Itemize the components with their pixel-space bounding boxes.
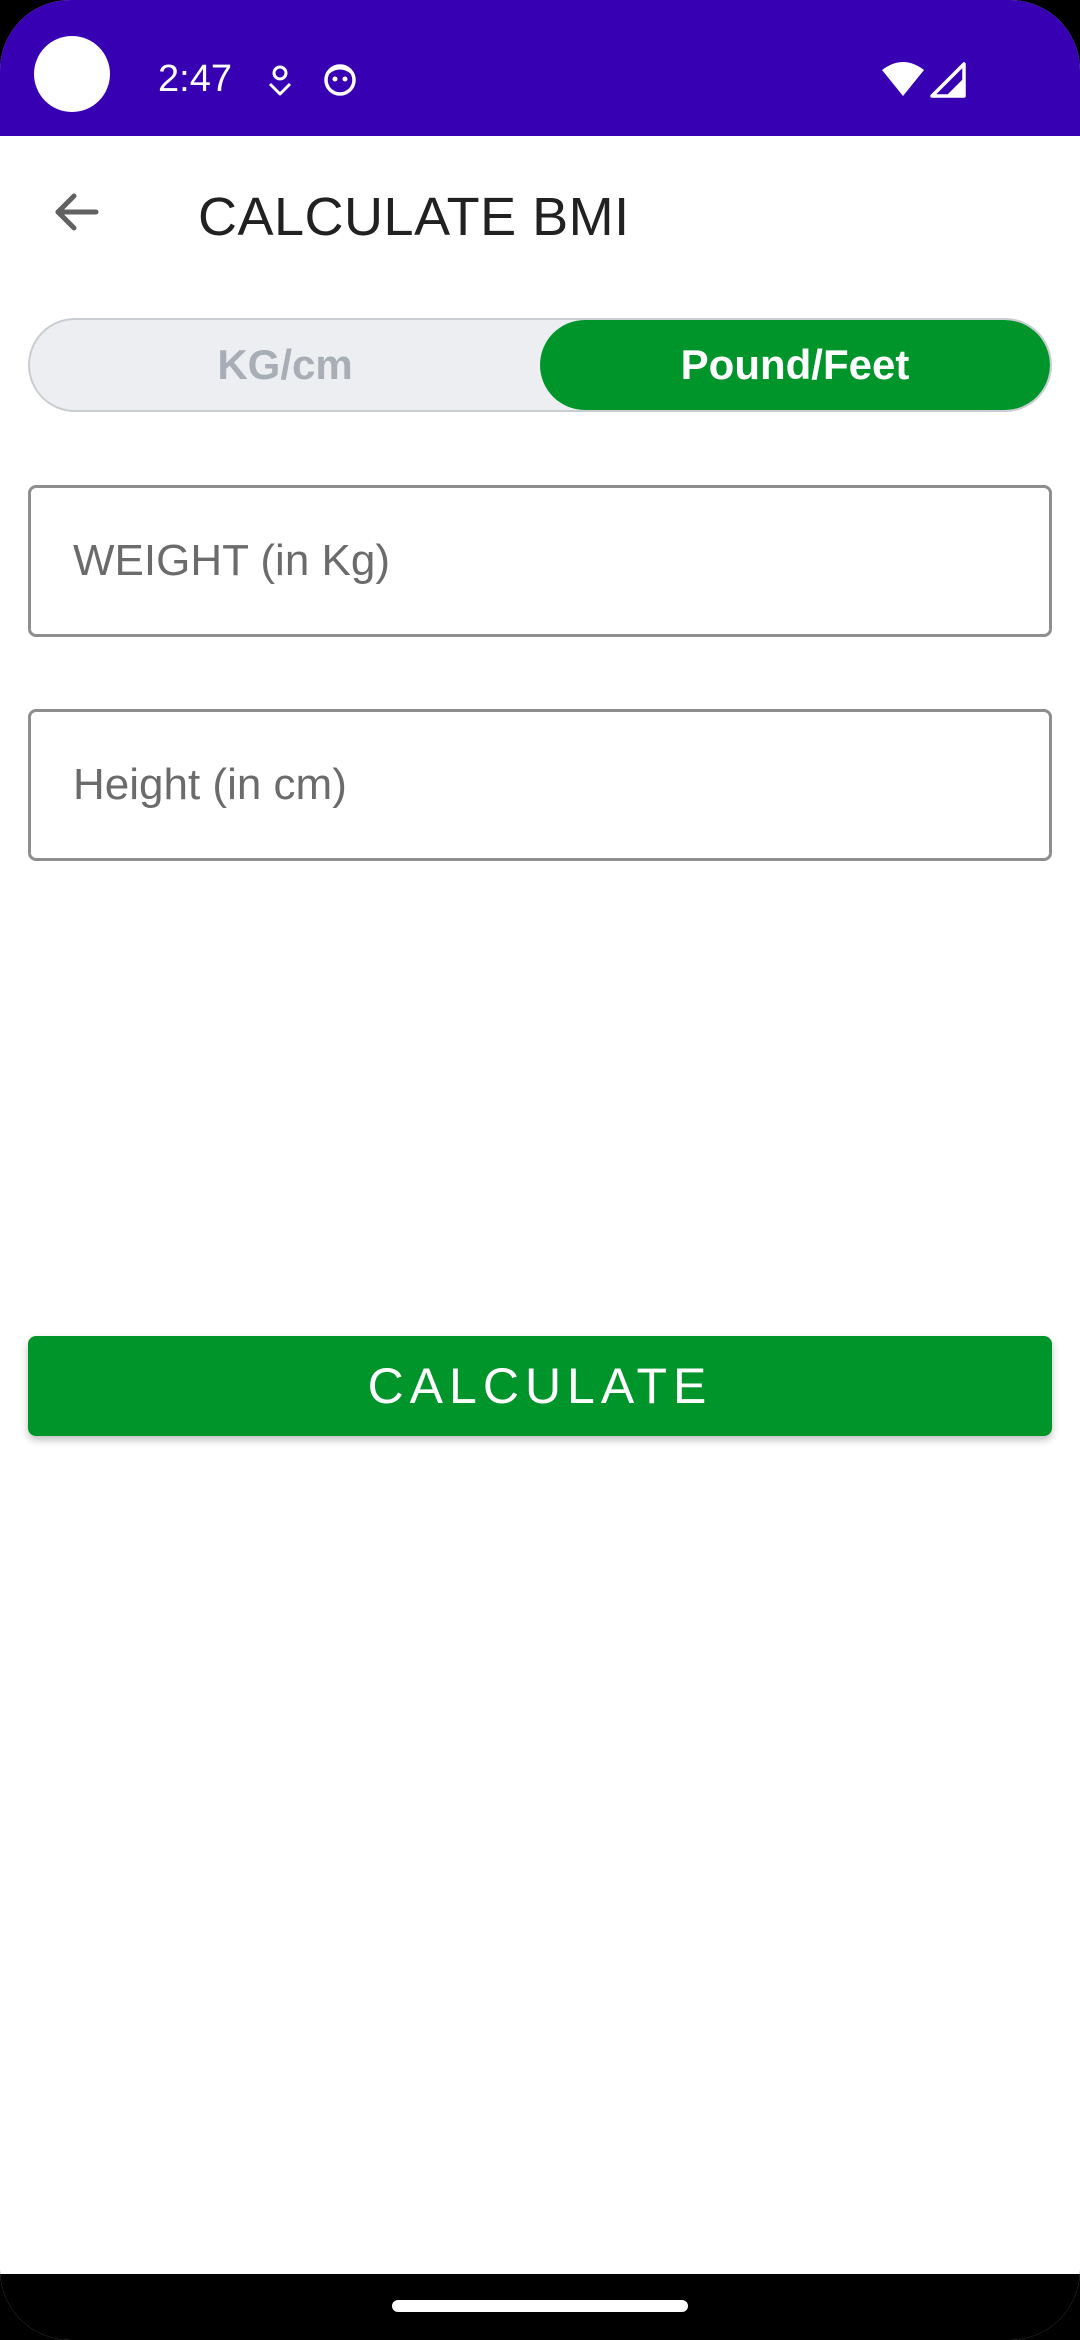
home-gesture-handle[interactable] xyxy=(392,2300,688,2312)
location-pin-icon xyxy=(262,62,298,98)
app-bar: CALCULATE BMI xyxy=(0,136,1080,292)
unit-toggle: KG/cm Pound/Feet xyxy=(28,318,1052,412)
camera-cutout xyxy=(34,36,110,112)
wifi-icon xyxy=(880,60,926,100)
weight-field-container xyxy=(28,485,1052,637)
back-button[interactable] xyxy=(40,178,112,250)
app-screen: 2:47 CALCULATE BMI KG/cm Pound/Feet WEIG… xyxy=(0,0,1080,2340)
height-field-container xyxy=(28,709,1052,861)
arrow-left-icon xyxy=(50,186,102,243)
page-title: CALCULATE BMI xyxy=(198,187,630,247)
calculate-button[interactable]: CALCULATE xyxy=(28,1336,1052,1436)
weight-input[interactable] xyxy=(31,488,1049,634)
unit-option-kg-cm[interactable]: KG/cm xyxy=(30,320,540,410)
face-icon xyxy=(322,62,358,98)
status-time: 2:47 xyxy=(158,58,232,100)
cellular-signal-icon xyxy=(928,60,968,100)
height-input[interactable] xyxy=(31,712,1049,858)
unit-option-pound-feet[interactable]: Pound/Feet xyxy=(540,320,1050,410)
status-bar: 2:47 xyxy=(0,0,1080,136)
